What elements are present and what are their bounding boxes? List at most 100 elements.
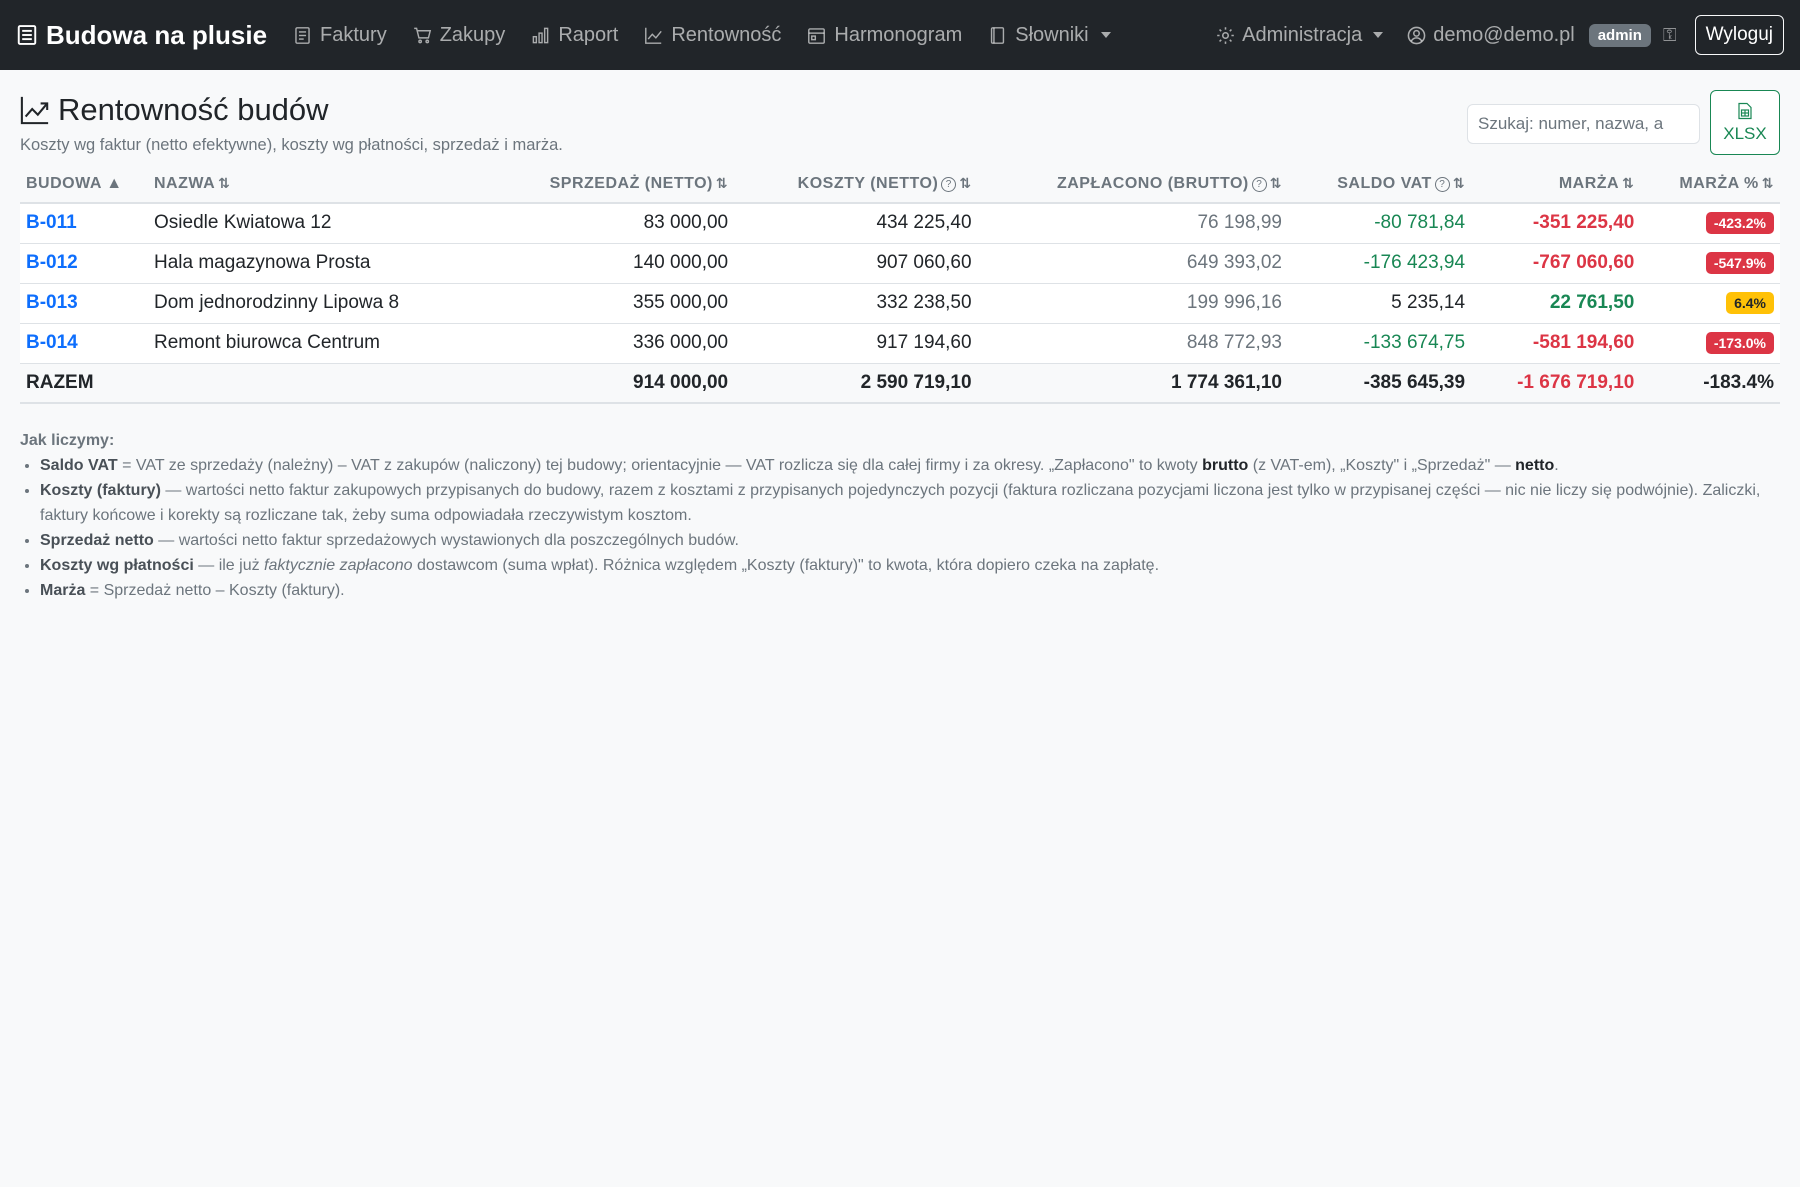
sort-icon: ⇅	[1622, 175, 1635, 191]
col-header-vat[interactable]: SALDO VAT? ⇅	[1287, 167, 1472, 204]
margin-pct-cell: -547.9%	[1640, 243, 1780, 284]
sort-icon: ⇅	[1452, 175, 1466, 191]
note-term: Koszty (faktury)	[40, 482, 161, 499]
site-name: Remont biurowca Centrum	[148, 323, 485, 364]
nav-zakupy-label: Zakupy	[439, 23, 506, 46]
vat-value: -133 674,75	[1287, 323, 1472, 364]
note-text: = VAT ze sprzedaży (należny) – VAT z zak…	[117, 457, 1203, 474]
total-name-empty	[148, 363, 485, 404]
calendar-icon	[808, 27, 826, 44]
sort-icon: ⇅	[715, 175, 729, 191]
nav-slowniki-label: Słowniki	[1015, 23, 1089, 46]
nav-faktury-label: Faktury	[320, 23, 387, 46]
table-total-row: RAZEM 914 000,00 2 590 719,10 1 774 361,…	[20, 363, 1780, 404]
help-icon[interactable]: ?	[1251, 177, 1267, 192]
spreadsheet-icon	[1738, 102, 1752, 119]
help-icon[interactable]: ?	[941, 177, 957, 192]
col-header-margin-label: MARŻA	[1558, 175, 1620, 192]
col-header-sales[interactable]: SPRZEDAŻ (NETTO) ⇅	[484, 167, 735, 204]
note-item-vat: Saldo VAT = VAT ze sprzedaży (należny) –…	[40, 453, 1780, 478]
graph-up-icon	[645, 27, 663, 44]
site-name: Hala magazynowa Prosta	[148, 243, 485, 284]
vat-value: -176 423,94	[1287, 243, 1472, 284]
note-text: — wartości netto faktur sprzedażowych wy…	[153, 532, 739, 549]
search-input[interactable]	[1467, 104, 1700, 144]
note-term: Saldo VAT	[40, 457, 118, 474]
sort-icon: ⇅	[1761, 175, 1774, 191]
user-email: demo@demo.pl	[1433, 23, 1575, 46]
note-item-sales: Sprzedaż netto — wartości netto faktur s…	[40, 528, 1780, 553]
nav-administracja-dropdown[interactable]: Administracja	[1216, 24, 1384, 47]
margin-pct-badge: 6.4%	[1726, 292, 1774, 314]
role-badge: admin	[1588, 23, 1651, 47]
col-header-code[interactable]: BUDOWA ▲	[20, 167, 148, 204]
nav-harmonogram-label: Harmonogram	[834, 23, 963, 46]
page-content: Rentowność budów Koszty wg faktur (netto…	[0, 70, 1800, 603]
receipt-icon	[17, 25, 37, 45]
col-header-code-label: BUDOWA ▲	[26, 175, 123, 192]
col-header-paid-label: ZAPŁACONO (BRUTTO)	[1056, 175, 1249, 192]
site-name: Osiedle Kwiatowa 12	[148, 203, 485, 244]
paid-value: 649 393,02	[977, 243, 1288, 284]
brand[interactable]: Budowa na plusie	[16, 20, 267, 51]
table-row: B-011 Osiedle Kwiatowa 12 83 000,00 434 …	[20, 203, 1780, 244]
site-code-link[interactable]: B-014	[20, 323, 148, 364]
top-navbar: Budowa na plusie Faktury Zakupy Raport R…	[0, 0, 1800, 70]
margin-value: -351 225,40	[1471, 203, 1641, 244]
nav-rentownosc-label: Rentowność	[671, 23, 782, 46]
total-margin: -1 676 719,10	[1471, 363, 1641, 404]
costs-value: 434 225,40	[734, 203, 978, 244]
col-header-costs[interactable]: KOSZTY (NETTO)? ⇅	[734, 167, 978, 204]
help-icon[interactable]: ?	[1434, 177, 1450, 192]
margin-pct-badge: -423.2%	[1705, 212, 1774, 235]
key-icon[interactable]: ⚿	[1663, 25, 1677, 46]
cart-icon	[413, 27, 431, 43]
site-code-link[interactable]: B-011	[20, 203, 148, 244]
chevron-down-icon	[1373, 32, 1384, 38]
col-header-sales-label: SPRZEDAŻ (NETTO)	[549, 175, 713, 192]
nav-harmonogram[interactable]: Harmonogram	[807, 24, 962, 47]
table-row: B-013 Dom jednorodzinny Lipowa 8 355 000…	[20, 283, 1780, 324]
margin-value: 22 761,50	[1471, 283, 1641, 324]
graph-up-icon	[20, 96, 49, 125]
col-header-paid[interactable]: ZAPŁACONO (BRUTTO)? ⇅	[977, 167, 1288, 204]
sort-icon: ⇅	[959, 175, 972, 191]
col-header-name[interactable]: NAZWA ⇅	[148, 167, 485, 204]
bar-chart-icon	[532, 27, 549, 43]
total-costs: 2 590 719,10	[734, 363, 978, 404]
nav-rentownosc[interactable]: Rentowność	[644, 24, 781, 47]
col-header-costs-label: KOSZTY (NETTO)	[797, 175, 939, 192]
col-header-vat-label: SALDO VAT	[1337, 175, 1432, 192]
user-menu[interactable]: demo@demo.pl	[1407, 23, 1575, 47]
col-header-margin-pct[interactable]: MARŻA % ⇅	[1640, 167, 1780, 204]
logout-button[interactable]: Wyloguj	[1694, 15, 1784, 55]
margin-pct-cell: 6.4%	[1640, 283, 1780, 324]
brand-name: Budowa na plusie	[46, 19, 268, 50]
sales-value: 355 000,00	[484, 283, 735, 324]
nav-faktury[interactable]: Faktury	[293, 24, 387, 47]
site-name: Dom jednorodzinny Lipowa 8	[148, 283, 485, 324]
col-header-margin[interactable]: MARŻA ⇅	[1471, 167, 1641, 204]
book-icon	[991, 26, 1005, 44]
note-term: Sprzedaż netto	[40, 532, 154, 549]
note-text: — wartości netto faktur zakupowych przyp…	[40, 482, 1761, 524]
note-text: dostawcom (suma wpłat). Różnica względem…	[412, 557, 1160, 574]
site-code-link[interactable]: B-013	[20, 283, 148, 324]
profitability-table: BUDOWA ▲ NAZWA ⇅ SPRZEDAŻ (NETTO) ⇅ KOSZTY…	[20, 167, 1780, 404]
sort-icon: ⇅	[1269, 175, 1282, 191]
costs-value: 332 238,50	[734, 283, 978, 324]
sort-icon: ⇅	[218, 175, 231, 191]
nav-zakupy[interactable]: Zakupy	[413, 23, 506, 47]
vat-value: 5 235,14	[1287, 283, 1472, 324]
note-item-payments: Koszty wg płatności — ile już faktycznie…	[40, 553, 1780, 578]
sales-value: 140 000,00	[484, 243, 735, 284]
site-code-link[interactable]: B-012	[20, 243, 148, 284]
notes-title: Jak liczymy:	[20, 432, 115, 449]
page-title: Rentowność budów	[58, 92, 329, 127]
export-xlsx-button[interactable]: XLSX	[1710, 90, 1780, 155]
note-emphasis: brutto	[1202, 457, 1249, 474]
nav-raport[interactable]: Raport	[531, 24, 618, 47]
page-subtitle: Koszty wg faktur (netto efektywne), kosz…	[20, 136, 563, 154]
nav-slowniki-dropdown[interactable]: Słowniki	[988, 23, 1111, 47]
margin-pct-cell: -423.2%	[1640, 203, 1780, 244]
